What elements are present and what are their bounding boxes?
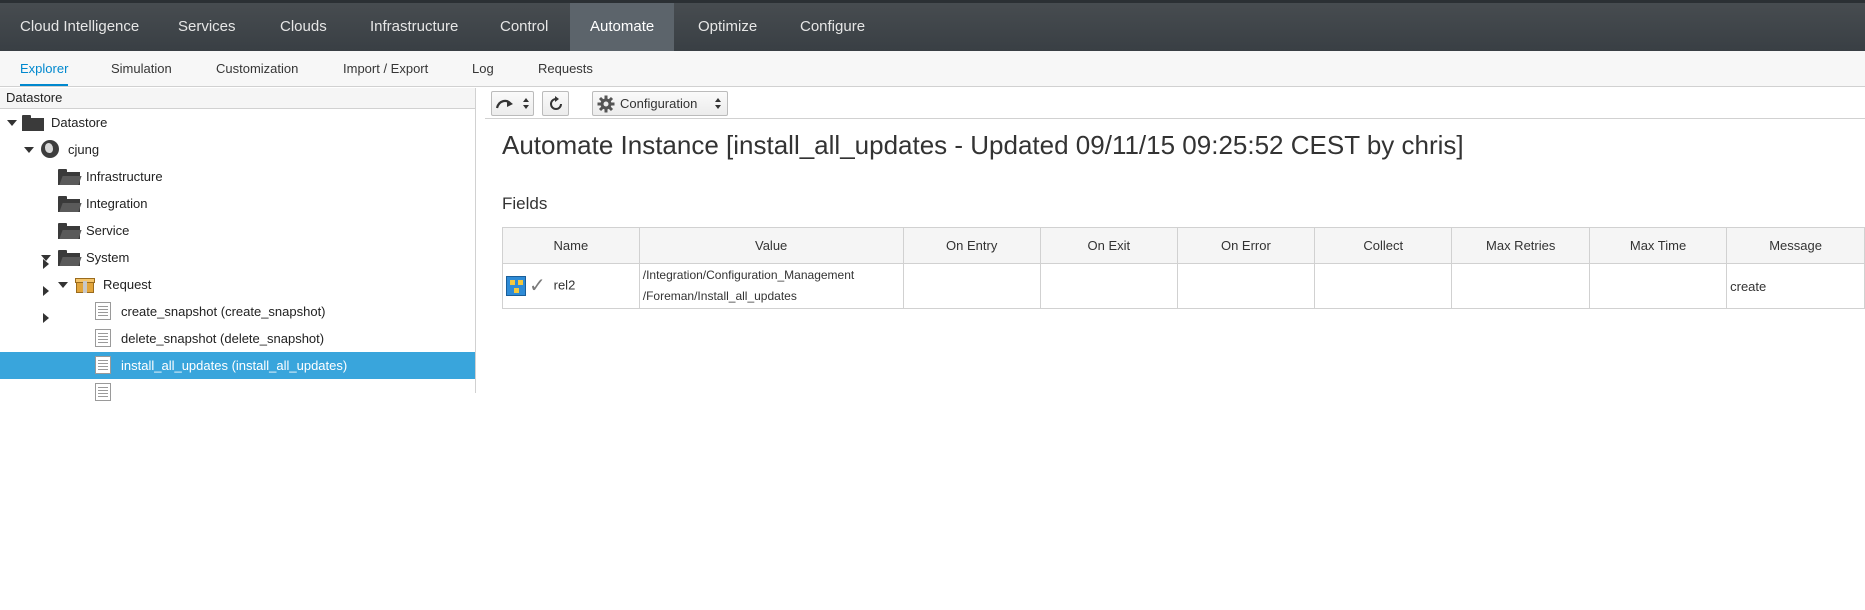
nav-automate[interactable]: Automate (570, 3, 675, 51)
value-line: /Foreman/Install_all_updates (642, 289, 797, 303)
sub-navigation: Explorer Simulation Customization Import… (0, 51, 1865, 87)
tree-node-service[interactable]: Service (0, 217, 475, 323)
history-button[interactable] (491, 91, 534, 116)
checkmark-icon: ✓ (529, 275, 546, 297)
tab-requests[interactable]: Requests (538, 51, 593, 86)
tab-explorer[interactable]: Explorer (20, 51, 69, 86)
column-header-on-entry[interactable]: On Entry (902, 227, 1041, 264)
nav-services[interactable]: Services (158, 3, 256, 51)
column-header-max-retries[interactable]: Max Retries (1451, 227, 1590, 264)
cell-on-error (1176, 263, 1315, 309)
tree-node-datastore[interactable]: Datastore (0, 109, 475, 136)
tree-node-cjung[interactable]: cjung (0, 136, 475, 163)
top-navigation: Cloud Intelligence Services Clouds Infra… (0, 0, 1865, 51)
configuration-dropdown[interactable]: Configuration (592, 91, 728, 116)
field-name: rel2 (553, 277, 576, 293)
column-header-collect[interactable]: Collect (1313, 227, 1453, 264)
column-header-message[interactable]: Message (1726, 227, 1865, 264)
nav-control[interactable]: Control (480, 3, 568, 51)
history-arrow-icon (495, 99, 513, 109)
tab-log[interactable]: Log (472, 51, 494, 86)
cell-on-exit (1039, 263, 1178, 309)
nav-clouds[interactable]: Clouds (260, 3, 347, 51)
tree-node-label: cjung (68, 142, 100, 157)
cell-value: /Integration/Configuration_Management /F… (638, 263, 904, 309)
dropdown-updown-icon (523, 98, 530, 110)
configuration-label: Configuration (620, 96, 698, 111)
value-line: /Integration/Configuration_Management (642, 268, 855, 282)
column-header-max-time[interactable]: Max Time (1588, 227, 1728, 264)
cell-on-entry (902, 263, 1041, 309)
tree-node-request[interactable]: Request (0, 271, 475, 298)
tree-node-label: Service (86, 223, 130, 238)
main-content: Configuration Automate Instance [install… (485, 88, 1865, 393)
dropdown-updown-icon (715, 98, 722, 110)
tab-import-export[interactable]: Import / Export (343, 51, 428, 86)
instance-icon (95, 329, 111, 347)
toolbar: Configuration (485, 88, 1865, 119)
nav-optimize[interactable]: Optimize (678, 3, 777, 51)
table-header-row: Name Value On Entry On Exit On Error Col… (502, 227, 1865, 264)
tree-node-label: create_snapshot (create_snapshot) (121, 304, 326, 319)
instance-icon (95, 383, 111, 401)
collapse-caret-icon[interactable] (22, 136, 36, 163)
folder-open-icon (58, 250, 82, 266)
relationship-icon (506, 276, 526, 296)
instance-icon (95, 302, 111, 320)
tree-node-label: Infrastructure (86, 169, 163, 184)
gear-icon (597, 95, 615, 113)
folder-icon (22, 115, 44, 131)
collapse-caret-icon[interactable] (5, 109, 19, 136)
tree-node-delete-snapshot[interactable]: delete_snapshot (delete_snapshot) (0, 325, 475, 352)
folder-open-icon (58, 196, 82, 212)
column-header-name[interactable]: Name (502, 227, 640, 264)
tree-node-install-all-updates[interactable]: install_all_updates (install_all_updates… (0, 352, 475, 379)
datastore-tree-panel: Datastore Datastore cjung Infrastructure… (0, 88, 476, 401)
refresh-icon (550, 96, 562, 110)
globe-icon (41, 140, 59, 158)
collapse-caret-icon[interactable] (39, 244, 53, 271)
tree-node-integration[interactable]: Integration (0, 190, 475, 296)
fields-heading: Fields (502, 194, 548, 213)
tree-header: Datastore (0, 88, 475, 109)
cell-message: create (1726, 263, 1865, 309)
cell-max-retries (1451, 263, 1590, 309)
column-header-on-error[interactable]: On Error (1176, 227, 1315, 264)
column-header-value[interactable]: Value (638, 227, 904, 264)
nav-cloud-intelligence[interactable]: Cloud Intelligence (0, 3, 159, 51)
collapse-caret-icon[interactable] (56, 271, 70, 298)
tree-node-infrastructure[interactable]: Infrastructure (0, 163, 475, 269)
nav-infrastructure[interactable]: Infrastructure (350, 3, 478, 51)
cell-max-time (1588, 263, 1728, 309)
tab-simulation[interactable]: Simulation (111, 51, 172, 86)
cell-collect (1313, 263, 1453, 309)
cell-name: ✓ rel2 (502, 263, 640, 309)
tree-node-label: Integration (86, 196, 148, 211)
page-title: Automate Instance [install_all_updates -… (502, 130, 1464, 160)
reload-button[interactable] (542, 91, 569, 116)
package-icon (75, 277, 95, 293)
tree-node-label: delete_snapshot (delete_snapshot) (121, 331, 325, 346)
table-row[interactable]: ✓ rel2 /Integration/Configuration_Manage… (502, 263, 1865, 309)
folder-open-icon (58, 169, 82, 185)
tree-node-label: Request (103, 277, 152, 292)
field-icons: ✓ (506, 274, 550, 298)
tree-node-system[interactable]: System (0, 244, 475, 271)
tree-node-label: System (86, 250, 130, 265)
instance-icon (95, 356, 111, 374)
tree-node-create-snapshot[interactable]: create_snapshot (create_snapshot) (0, 298, 475, 325)
column-header-on-exit[interactable]: On Exit (1039, 227, 1178, 264)
tab-customization[interactable]: Customization (216, 51, 298, 86)
nav-configure[interactable]: Configure (780, 3, 885, 51)
folder-open-icon (58, 223, 82, 239)
tree-node-label: Datastore (51, 115, 108, 130)
fields-table: Name Value On Entry On Exit On Error Col… (502, 227, 1865, 309)
tree-node-label: install_all_updates (install_all_updates… (121, 358, 348, 373)
